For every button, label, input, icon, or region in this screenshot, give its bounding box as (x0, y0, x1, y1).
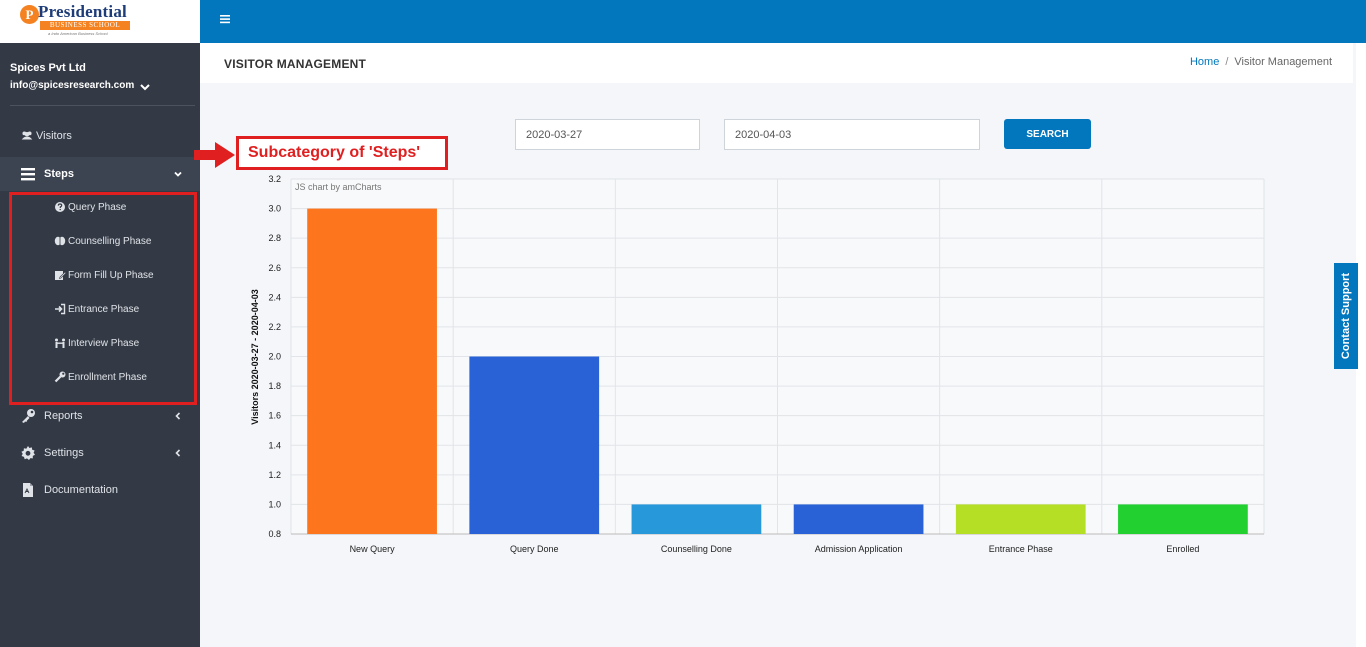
y-tick-label: 3.2 (268, 174, 281, 184)
chevron-left-icon (175, 412, 181, 420)
bars-icon (21, 168, 35, 181)
chart-bar[interactable] (793, 504, 924, 534)
y-tick-label: 2.4 (268, 292, 281, 302)
y-tick-label: 2.2 (268, 322, 281, 332)
logo-tagline: a Indo American Business School (48, 31, 108, 36)
chevron-down-icon (174, 171, 182, 177)
sidebar-item-label: Reports (44, 410, 83, 422)
y-tick-label: 2.0 (268, 352, 281, 362)
annotation-box: Subcategory of 'Steps' (236, 136, 448, 170)
contact-support-label: Contact Support (1340, 272, 1352, 360)
search-button[interactable]: SEARCH (1004, 119, 1091, 149)
breadcrumb: Home / Visitor Management (1190, 56, 1332, 68)
chart-bar[interactable] (631, 504, 762, 534)
start-date-input[interactable] (515, 119, 700, 150)
y-tick-label: 1.4 (268, 440, 281, 450)
y-tick-label: 2.8 (268, 233, 281, 243)
x-tick-label: Admission Application (815, 544, 903, 554)
page-title: VISITOR MANAGEMENT (224, 57, 367, 71)
y-tick-label: 1.6 (268, 411, 281, 421)
file-icon (23, 483, 33, 497)
key-icon (22, 409, 35, 423)
chevron-left-icon (175, 449, 181, 457)
x-tick-label: Query Done (510, 544, 559, 554)
user-divider (10, 105, 195, 106)
chart-bar[interactable] (469, 356, 600, 535)
sidebar-item-visitors[interactable]: Visitors (0, 119, 200, 153)
sidebar: P Presidential BUSINESS SCHOOL a Indo Am… (0, 0, 200, 647)
user-email[interactable]: info@spicesresearch.com (10, 80, 134, 91)
chart-bar[interactable] (1118, 504, 1248, 534)
company-name: Spices Pvt Ltd (10, 62, 86, 74)
sidebar-item-label: Settings (44, 447, 84, 459)
sidebar-item-steps[interactable]: Steps (0, 157, 200, 191)
chart-bar[interactable] (307, 208, 437, 535)
sidebar-item-label: Documentation (44, 484, 118, 496)
users-icon (21, 131, 33, 140)
sidebar-item-label: Steps (44, 168, 74, 180)
x-tick-label: Counselling Done (661, 544, 732, 554)
logo-subtitle: BUSINESS SCHOOL (40, 21, 130, 30)
x-tick-label: Entrance Phase (989, 544, 1053, 554)
y-tick-label: 1.8 (268, 381, 281, 391)
sidebar-item-documentation[interactable]: Documentation (0, 473, 200, 507)
logo[interactable]: P Presidential BUSINESS SCHOOL a Indo Am… (0, 0, 200, 43)
logo-title: Presidential (38, 2, 127, 21)
annotation-highlight-box (9, 192, 197, 405)
y-tick-label: 1.2 (268, 470, 281, 480)
chart-credit[interactable]: JS chart by amCharts (295, 182, 382, 192)
sidebar-item-label: Visitors (36, 130, 72, 142)
contact-support-tab[interactable]: Contact Support (1334, 263, 1358, 369)
breadcrumb-current: Visitor Management (1234, 56, 1332, 68)
breadcrumb-home-link[interactable]: Home (1190, 56, 1219, 68)
annotation-arrow-icon (194, 142, 235, 168)
logo-emblem: P (20, 5, 39, 24)
sidebar-item-settings[interactable]: Settings (0, 436, 200, 470)
y-tick-label: 2.6 (268, 263, 281, 273)
chart-x-ticks: New Query Query Done Counselling Done Admis… (350, 544, 1200, 554)
hamburger-menu-icon[interactable] (220, 14, 230, 24)
y-tick-label: 1.0 (268, 499, 281, 509)
breadcrumb-separator: / (1225, 56, 1229, 68)
visitor-bar-chart: 0.81.01.21.41.61.82.02.22.42.62.83.03.2 … (250, 174, 1265, 554)
y-tick-label: 0.8 (268, 529, 281, 539)
gear-icon (21, 446, 35, 460)
chevron-down-icon[interactable] (138, 80, 152, 94)
x-tick-label: New Query (350, 544, 396, 554)
top-bar (200, 0, 1366, 43)
x-tick-label: Enrolled (1166, 544, 1199, 554)
content-header: VISITOR MANAGEMENT Home / Visitor Manageme… (200, 43, 1353, 83)
chart-bar[interactable] (955, 504, 1086, 534)
y-axis-label: Visitors 2020-03-27 - 2020-04-03 (250, 289, 260, 424)
annotation-text: Subcategory of 'Steps' (248, 144, 421, 161)
end-date-input[interactable] (724, 119, 980, 150)
y-tick-label: 3.0 (268, 204, 281, 214)
chart-y-ticks: 0.8 1.0 1.2 1.4 1.6 1.8 2.0 2.2 2.4 2.6 2.8 3.0 3.2 (268, 174, 281, 539)
